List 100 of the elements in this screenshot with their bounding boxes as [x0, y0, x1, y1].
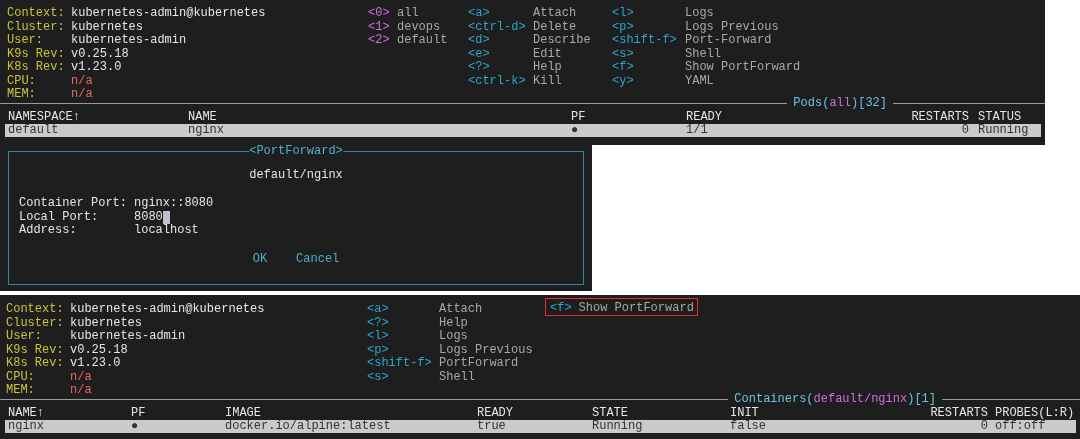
info-value: n/a [70, 382, 92, 395]
hotkey: <l> [367, 328, 390, 341]
table-cell-text: 1/1 [686, 124, 709, 137]
dialog-button[interactable]: Cancel [296, 251, 340, 266]
hotkey: <l> [612, 5, 635, 18]
column-header: PF [131, 407, 147, 420]
hotkey-action: Logs Previous [439, 342, 533, 354]
namespace-name: default [397, 33, 448, 45]
info-label: Context: [6, 301, 65, 314]
info-value: v0.25.18 [70, 341, 128, 354]
hotkey-action: Attach [533, 5, 577, 18]
table-cell-text: default [8, 124, 60, 137]
table-cell-text: 0 [960, 124, 969, 137]
table-row[interactable]: nginx ● docker.io/alpine:latest true Running false 0 off:off [5, 420, 1076, 433]
info-value: kubernetes [71, 18, 143, 31]
info-label: MEM: [7, 86, 37, 99]
hotkey: <ctrl-k> [468, 72, 527, 85]
table-cell-text: ● [131, 420, 140, 433]
table-cell-text: Running [978, 124, 1030, 137]
info-label: User: [6, 328, 43, 341]
hotkey: <ctrl-d> [468, 18, 527, 31]
hotkey: <f> [612, 59, 635, 72]
table-title: Containers(default/nginx)[1] [728, 393, 942, 406]
table-cell-text: 0 [979, 420, 988, 433]
namespace-key: <2> [368, 31, 397, 45]
hotkey-action: Edit [533, 45, 562, 58]
hotkey: <shift-f> [367, 356, 433, 368]
hotkey: <d> [468, 32, 491, 45]
info-label: CPU: [7, 72, 37, 85]
table-row[interactable]: default nginx ● 1/1 0 Running [5, 124, 1041, 137]
column-header: READY [477, 407, 514, 420]
hotkey: <s> [367, 368, 390, 381]
column-header: RESTARTS [929, 407, 988, 420]
info-value: kubernetes [70, 314, 142, 327]
column-header: STATUS [978, 111, 1023, 124]
info-value: v0.25.18 [71, 45, 129, 58]
hotkey: <?> [468, 59, 491, 72]
table-title: Pods(all)[32] [787, 97, 893, 110]
input-field[interactable]: 8080 [134, 210, 170, 225]
info-value: kubernetes-admin@kubernetes [70, 301, 265, 314]
info-label: Context: [7, 5, 66, 18]
info-label: Cluster: [7, 18, 66, 31]
info-value: n/a [70, 368, 92, 381]
column-header: READY [686, 111, 723, 124]
info-label: K9s Rev: [6, 341, 65, 354]
table-cell-text: ● [571, 124, 580, 137]
info-label: K8s Rev: [7, 59, 66, 72]
hotkey-action: Logs Previous [685, 19, 779, 31]
hotkey-action: Attach [439, 301, 483, 314]
info-value: kubernetes-admin [71, 32, 187, 45]
info-value: v1.23.0 [70, 355, 121, 368]
info-label: K8s Rev: [6, 355, 65, 368]
hotkey-action: PortForward [439, 356, 519, 368]
table-cell-text: docker.io/alpine:latest [225, 420, 392, 433]
column-header: NAME↑ [8, 407, 45, 420]
hotkey-action: Kill [533, 73, 562, 85]
info-label: K9s Rev: [7, 45, 66, 58]
field-label: Local Port: [19, 210, 100, 224]
table-cell-text: off:off [995, 420, 1047, 433]
hotkey: <e> [468, 45, 491, 58]
info-value: kubernetes-admin@kubernetes [71, 5, 266, 18]
column-header: PF [571, 111, 587, 124]
text-cursor [162, 210, 170, 224]
info-value: n/a [71, 72, 93, 85]
hotkey-action: Help [439, 314, 468, 327]
column-header: NAMESPACE↑ [8, 111, 81, 124]
info-value: n/a [71, 86, 93, 99]
field-label: Address: [19, 224, 78, 238]
table-cell-text: true [477, 420, 507, 433]
hotkey-action: Port-Forward [685, 33, 772, 45]
hotkey-action: Logs [439, 329, 468, 341]
column-header: PROBES(L:R) [995, 407, 1075, 420]
hotkey-action: YAML [685, 72, 714, 85]
input-field[interactable]: localhost [134, 224, 199, 238]
info-value: kubernetes-admin [70, 328, 186, 341]
table-cell-text: nginx [188, 124, 225, 137]
namespace-key: <0> [368, 4, 397, 18]
info-label: MEM: [6, 382, 36, 395]
table-cell-text: nginx [8, 420, 45, 433]
hotkey-action: Shell [439, 368, 475, 381]
hotkey: <p> [612, 18, 635, 31]
hotkey-action: Logs [685, 5, 714, 18]
hotkey-action: Shell [685, 45, 721, 58]
info-value: v1.23.0 [71, 59, 122, 72]
column-header: IMAGE [225, 407, 262, 420]
column-header: STATE [592, 407, 629, 420]
hotkey: <shift-f> [612, 33, 678, 45]
hotkey: <?> [367, 314, 390, 327]
hotkey: <s> [612, 45, 635, 58]
hotkey: <p> [367, 341, 390, 354]
column-header: INIT [730, 407, 760, 420]
hotkey: <f> [550, 300, 573, 315]
hotkey: <a> [367, 301, 390, 314]
hotkey: <y> [612, 72, 635, 85]
table-cell-text: Running [592, 420, 644, 433]
input-field[interactable]: nginx::8080 [134, 197, 214, 211]
dialog-button[interactable]: OK [252, 251, 268, 266]
info-label: CPU: [6, 368, 36, 381]
hotkey-action: Show PortForward [685, 59, 801, 72]
column-header: NAME [188, 111, 218, 124]
